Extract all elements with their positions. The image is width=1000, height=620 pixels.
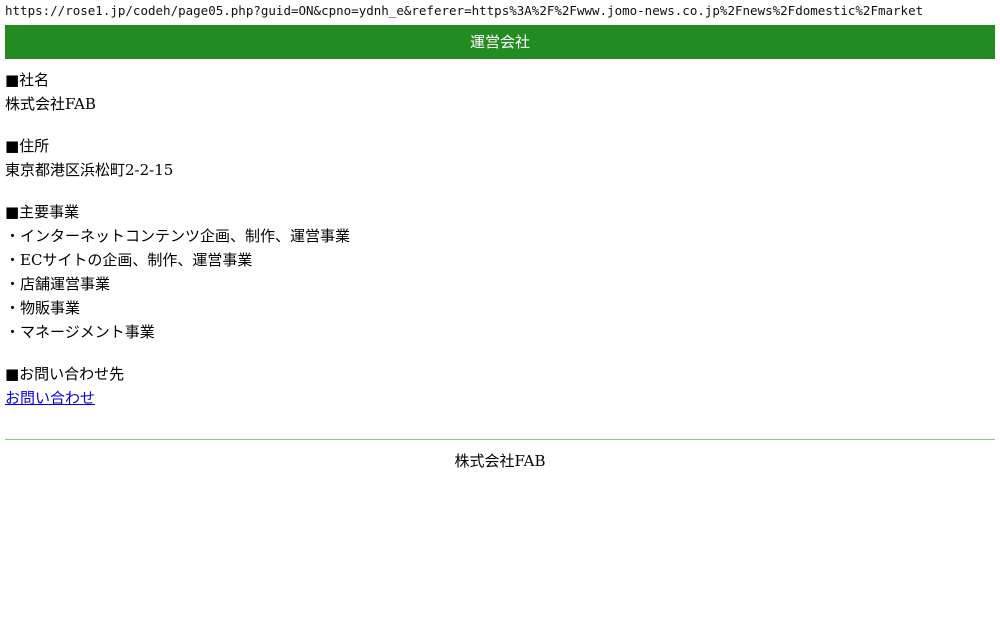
company-name-value: 株式会社FAB [5,95,96,113]
business-list: ・インターネットコンテンツ企画、制作、運営事業 ・ECサイトの企画、制作、運営事… [5,224,995,344]
contact-label: ■お問い合わせ先 [5,365,125,383]
business-item-internet-content: ・インターネットコンテンツ企画、制作、運営事業 [5,227,351,245]
address-section: ■住所 東京都港区浜松町2-2-15 [5,134,995,182]
footer: 株式会社FAB [5,449,995,473]
business-item-ec-site: ・ECサイトの企画、制作、運営事業 [5,251,253,269]
footer-company-name: 株式会社FAB [454,452,546,470]
business-item-management: ・マネージメント事業 [5,323,155,341]
address-value: 東京都港区浜松町2-2-15 [5,161,174,179]
page-header: 運営会社 [5,25,995,59]
address-bar-url[interactable]: https://rose1.jp/codeh/page05.php?guid=O… [5,2,995,20]
contact-section: ■お問い合わせ先 お問い合わせ [5,362,995,410]
contact-link[interactable]: お問い合わせ [5,389,95,407]
company-name-label: ■社名 [5,71,50,89]
business-item-retail: ・物販事業 [5,299,81,317]
footer-divider [5,439,995,440]
address-label: ■住所 [5,137,50,155]
main-content: ■社名 株式会社FAB ■住所 東京都港区浜松町2-2-15 ■主要事業 ・イン… [5,68,995,428]
page-title: 運営会社 [469,33,530,51]
business-section: ■主要事業 ・インターネットコンテンツ企画、制作、運営事業 ・ECサイトの企画、… [5,200,995,344]
company-name-section: ■社名 株式会社FAB [5,68,995,116]
business-label: ■主要事業 [5,203,80,221]
business-item-store-operation: ・店舗運営事業 [5,275,111,293]
